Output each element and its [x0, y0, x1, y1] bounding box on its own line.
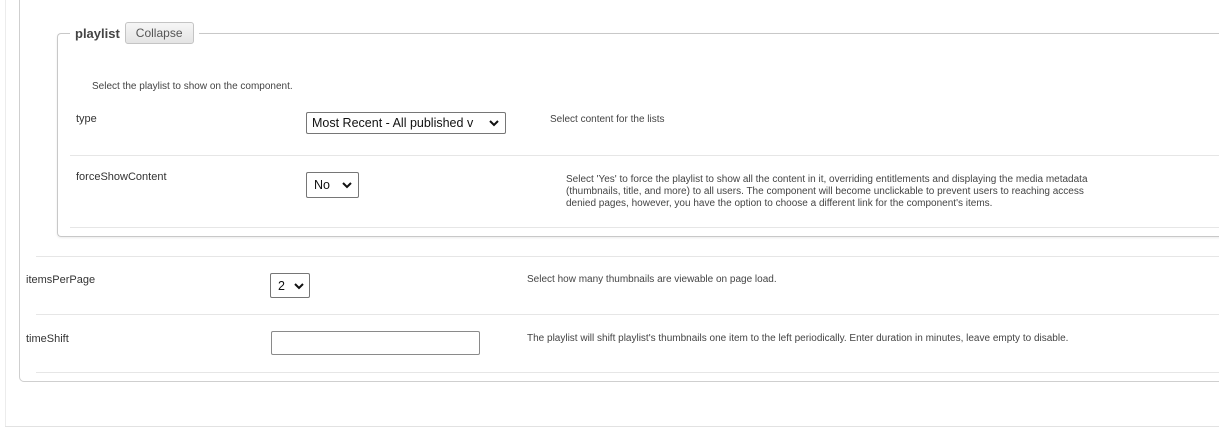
row-separator: [36, 256, 1219, 257]
row-separator: [36, 372, 1219, 373]
playlist-legend-title: playlist: [75, 25, 120, 41]
page-left-border: [5, 0, 6, 426]
force-show-content-label: forceShowContent: [76, 171, 167, 183]
items-per-page-label: itemsPerPage: [26, 274, 96, 286]
type-label: type: [76, 113, 97, 125]
items-per-page-select[interactable]: 2: [270, 273, 310, 298]
force-show-content-select-value: No: [314, 178, 330, 192]
collapse-button[interactable]: Collapse: [124, 22, 194, 44]
row-separator: [70, 227, 1219, 228]
page-bottom-border: [5, 426, 1219, 427]
row-separator: [36, 314, 1219, 315]
time-shift-description: The playlist will shift playlist's thumb…: [527, 333, 1069, 344]
time-shift-label: timeShift: [26, 333, 69, 345]
type-select[interactable]: Most Recent - All published v: [306, 112, 506, 134]
type-description: Select content for the lists: [550, 114, 665, 125]
description-line: denied pages, however, you have the opti…: [566, 198, 993, 209]
time-shift-input[interactable]: [271, 331, 480, 355]
items-per-page-description: Select how many thumbnails are viewable …: [527, 274, 777, 285]
force-show-content-description: Select 'Yes' to force the playlist to sh…: [566, 174, 1088, 210]
items-per-page-select-value: 2: [278, 278, 285, 293]
description-line: (thumbnails, title, and more) to all use…: [566, 186, 1084, 197]
type-select-value: Most Recent - All published v: [312, 116, 474, 130]
force-show-content-select[interactable]: No: [306, 172, 359, 198]
description-line: Select 'Yes' to force the playlist to sh…: [566, 174, 1088, 185]
row-separator: [70, 155, 1219, 156]
chevron-down-icon: [342, 182, 352, 189]
playlist-legend: playlist Collapse: [70, 22, 199, 44]
chevron-down-icon: [294, 282, 304, 289]
playlist-intro: Select the playlist to show on the compo…: [92, 81, 293, 92]
chevron-down-icon: [489, 120, 499, 127]
